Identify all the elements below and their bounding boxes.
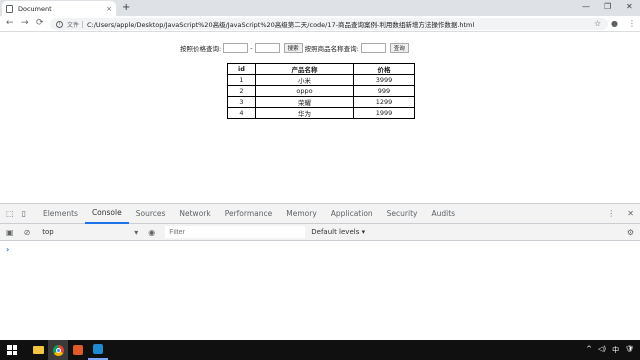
tab-performance[interactable]: Performance [218,204,280,224]
log-levels-dropdown[interactable]: Default levels ▾ [311,228,365,236]
name-label: 按照商品名称查询: [304,45,359,53]
console-toolbar: ▣ ⊘ top ▾ ◉ Default levels ▾ ⚙ [0,224,640,241]
table-row: 3 荣耀 1299 [227,96,415,108]
cell-product-name: 荣耀 [255,96,354,108]
cell-id: 4 [227,107,256,119]
bookmark-star-icon[interactable]: ☆ [594,19,601,28]
start-button[interactable] [2,340,22,360]
console-filter-input[interactable] [165,226,306,238]
search-button[interactable]: 搜索 [283,43,303,53]
header-id: id [227,63,256,75]
close-window-button[interactable]: ✕ [626,2,633,11]
chrome-icon[interactable] [48,340,68,360]
scheme-label: 文件 [67,21,80,29]
menu-icon[interactable]: ⋮ [628,19,636,28]
browser-tabstrip: Document × + — ❐ ✕ [0,0,640,16]
inspect-element-icon[interactable]: ⬚ [6,209,14,218]
devtools-more-icon[interactable]: ⋮ [607,209,615,218]
address-divider [82,20,84,28]
minimize-button[interactable]: — [582,2,590,11]
devtools-close-icon[interactable]: ✕ [627,209,634,218]
app-icon[interactable] [68,340,88,360]
reload-button[interactable]: ⟳ [36,18,44,28]
cell-price: 999 [353,85,415,97]
volume-icon[interactable]: ◁) [598,345,606,355]
vscode-icon[interactable] [88,340,108,360]
taskbar: ^ ◁) 中 🛡 [0,340,640,360]
clear-console-icon[interactable]: ⊘ [24,228,31,237]
tab-memory[interactable]: Memory [279,204,324,224]
cell-price: 1299 [353,96,415,108]
forward-button[interactable]: → [21,18,29,28]
devtools-panel: ⬚ ▯ Elements Console Sources Network Per… [0,203,640,340]
tab-network[interactable]: Network [172,204,217,224]
cell-id: 2 [227,85,256,97]
price-min-input[interactable] [223,43,249,53]
address-bar[interactable]: i 文件 C:/Users/apple/Desktop/JavaScript%2… [50,18,608,30]
console-prompt[interactable]: › [6,245,9,254]
tab-title: Document [18,4,52,13]
tab-close-icon[interactable]: × [106,5,112,13]
browser-tab[interactable]: Document × [2,1,116,16]
product-name-input[interactable] [360,43,386,53]
chevron-down-icon: ▾ [134,227,139,237]
document-icon [6,4,13,13]
system-tray: ^ ◁) 中 🛡 [586,345,634,355]
cell-id: 3 [227,96,256,108]
header-price: 价格 [353,63,415,75]
page-content: 按照价格查询: - 搜索 按照商品名称查询: 查询 id 产品名称 价格 1 小… [0,33,640,203]
table-row: 2 oppo 999 [227,85,415,97]
context-selector[interactable]: top ▾ [42,228,138,237]
query-button[interactable]: 查询 [389,43,409,53]
tab-audits[interactable]: Audits [424,204,462,224]
price-max-input[interactable] [254,43,280,53]
browser-toolbar: ← → ⟳ i 文件 C:/Users/apple/Desktop/JavaSc… [0,16,640,32]
cell-product-name: 华为 [255,107,354,119]
product-table: id 产品名称 价格 1 小米 3999 2 oppo 999 3 荣耀 129… [227,63,415,119]
table-row: 1 小米 3999 [227,74,415,86]
tray-expand-icon[interactable]: ^ [586,345,592,355]
screen: Document × + — ❐ ✕ ← → ⟳ i 文件 C:/Users/a… [0,0,640,360]
url-text[interactable]: C:/Users/apple/Desktop/JavaScript%20高级/J… [87,19,474,29]
live-expression-eye-icon[interactable]: ◉ [148,228,155,237]
cell-product-name: oppo [255,85,354,97]
cell-product-name: 小米 [255,74,354,86]
search-bar: 按照价格查询: - 搜索 按照商品名称查询: 查询 [180,42,411,54]
restore-button[interactable]: ❐ [604,2,611,11]
settings-icon[interactable]: ⚙ [627,228,634,237]
table-row: 4 华为 1999 [227,107,415,119]
price-label: 按照价格查询: [180,45,222,53]
tab-sources[interactable]: Sources [129,204,173,224]
tab-application[interactable]: Application [324,204,380,224]
security-shield-icon[interactable]: 🛡 [625,345,634,355]
windows-logo-icon [7,345,17,355]
table-header-row: id 产品名称 价格 [227,63,415,75]
tab-console[interactable]: Console [84,204,129,224]
device-toolbar-icon[interactable]: ▯ [22,209,26,218]
input-method-icon[interactable]: 中 [612,345,619,355]
back-button[interactable]: ← [6,18,14,28]
cell-price: 1999 [353,107,415,119]
tab-elements[interactable]: Elements [36,204,85,224]
new-tab-button[interactable]: + [122,2,130,13]
account-icon[interactable]: ● [611,19,618,28]
sidebar-toggle-icon[interactable]: ▣ [6,228,14,237]
header-product-name: 产品名称 [255,63,354,75]
tab-security[interactable]: Security [380,204,425,224]
devtools-tabbar: ⬚ ▯ Elements Console Sources Network Per… [0,204,640,224]
cell-price: 3999 [353,74,415,86]
range-separator: - [250,44,253,52]
context-value: top [42,227,54,236]
info-icon[interactable]: i [56,20,63,28]
cell-id: 1 [227,74,256,86]
file-explorer-icon[interactable] [28,340,48,360]
